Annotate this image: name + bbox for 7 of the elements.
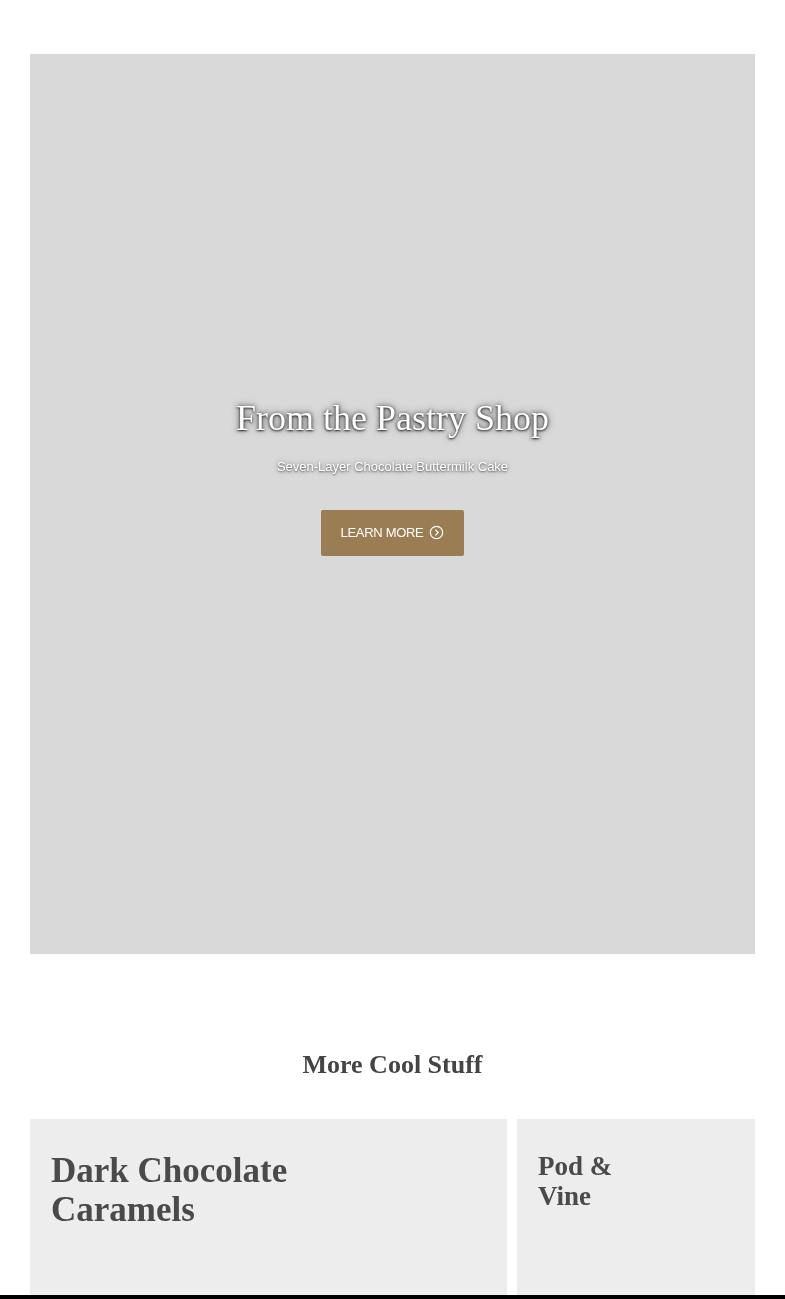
card-title: Dark Chocolate Caramels (51, 1151, 289, 1230)
card-title: Pod & Vine (538, 1151, 614, 1212)
hero-subtitle: Seven-Layer Chocolate Buttermilk Cake (276, 458, 509, 474)
chevron-circle-icon (429, 525, 445, 540)
learn-more-button[interactable]: LEARN MORE (321, 509, 464, 556)
section-heading: More Cool Stuff (301, 1050, 484, 1081)
hero-title: From the Pastry Shop (236, 396, 549, 439)
